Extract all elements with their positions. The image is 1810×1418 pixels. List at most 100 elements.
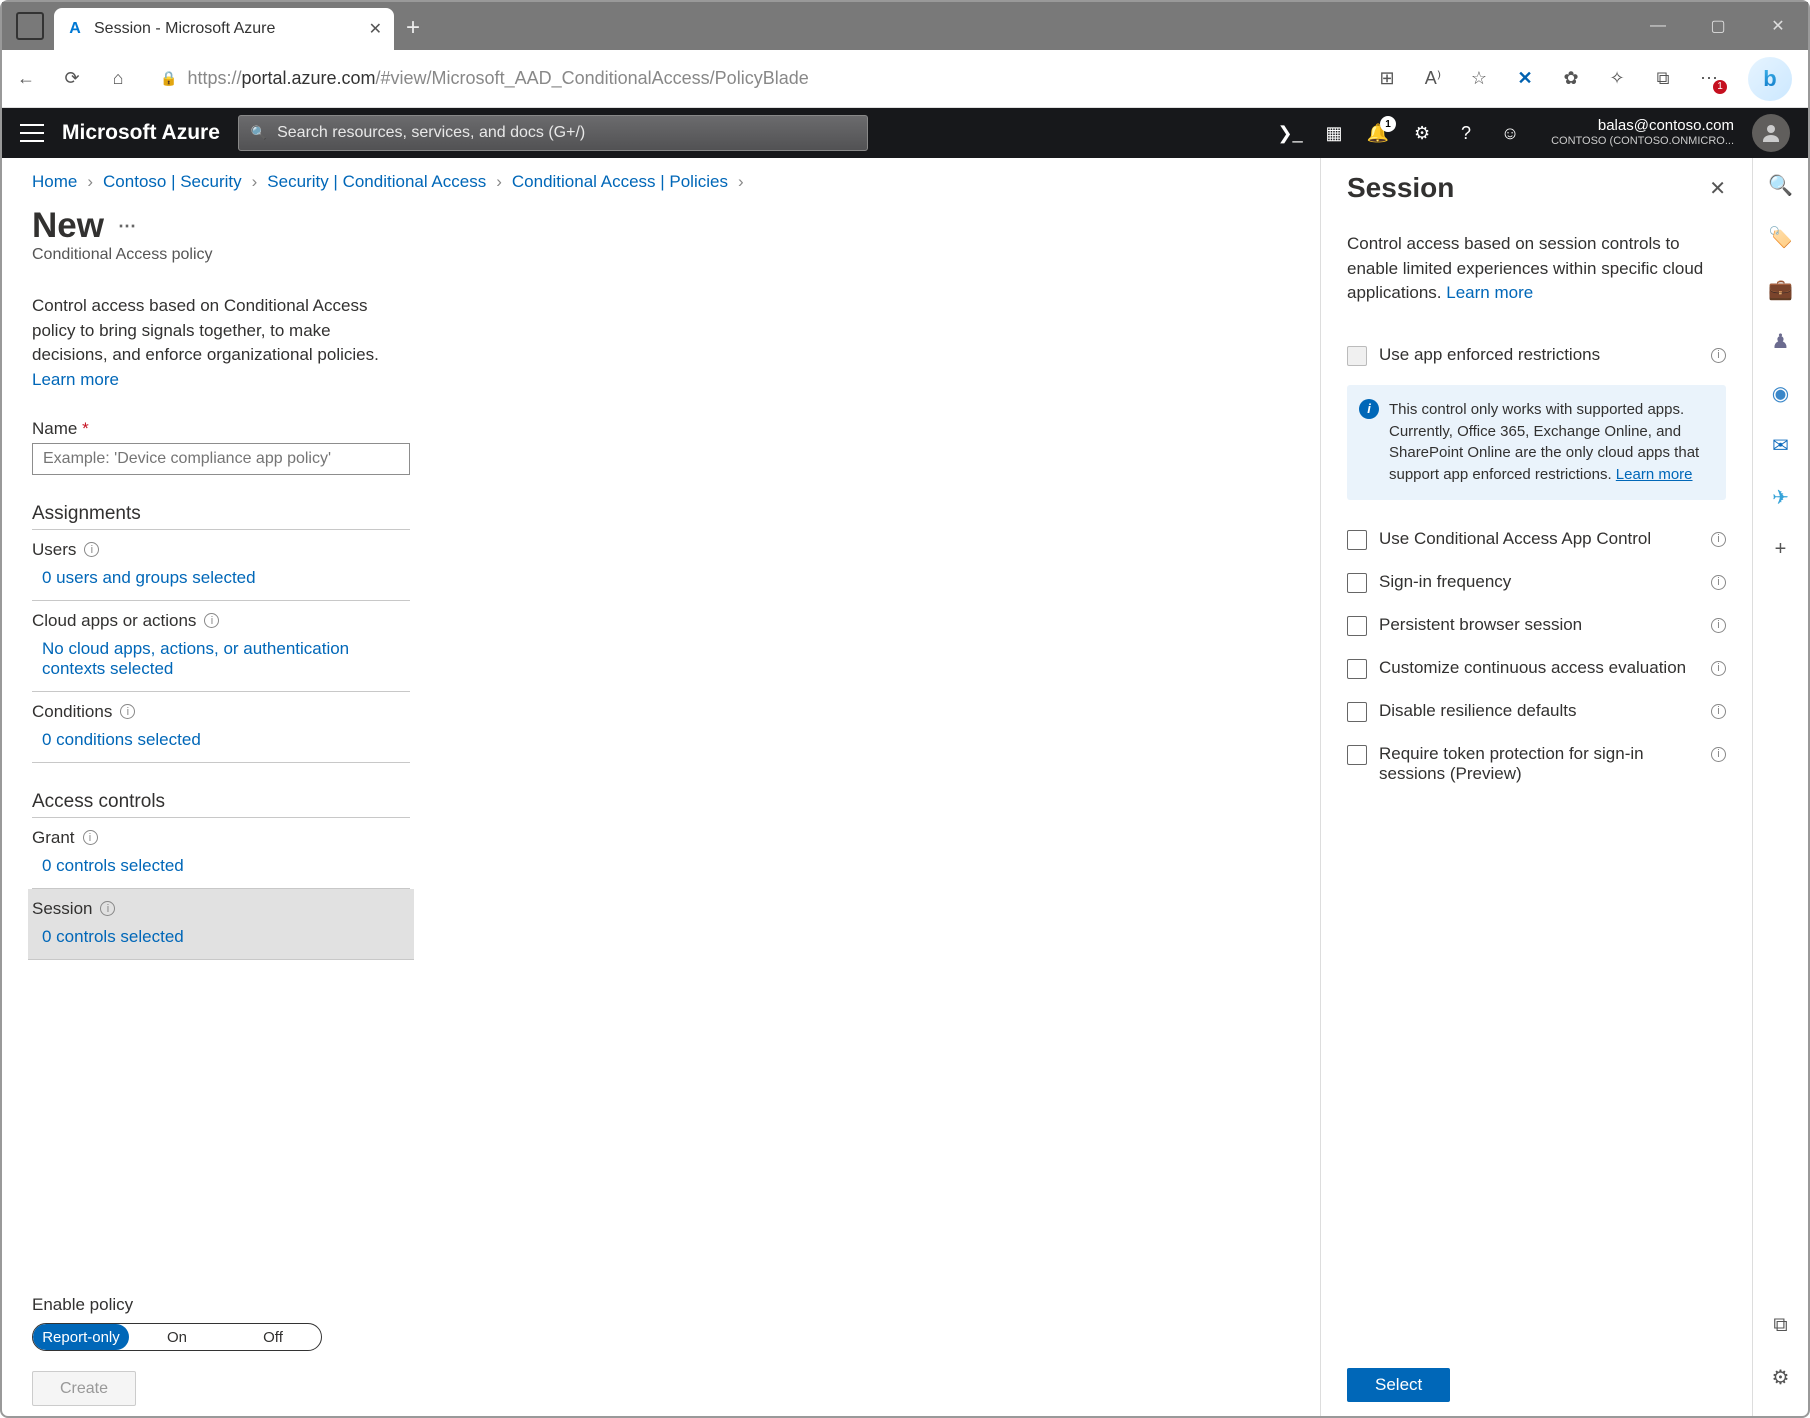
policy-name-input[interactable] <box>32 443 410 475</box>
edge-sidebar: 🔍 🏷️ 💼 ♟ ◉ ✉ ✈ + ⧉ ⚙ <box>1752 158 1808 1416</box>
azure-search-input[interactable] <box>277 124 855 142</box>
azure-search[interactable]: 🔍 <box>238 115 868 151</box>
chk-ca-app-control-row[interactable]: Use Conditional Access App Control i <box>1347 518 1726 561</box>
info-icon[interactable]: i <box>204 613 219 628</box>
browser-tab[interactable]: A Session - Microsoft Azure ✕ <box>54 8 394 50</box>
checkbox[interactable] <box>1347 702 1367 722</box>
more-options-button[interactable]: ⋯ <box>118 216 136 237</box>
apps-value-link[interactable]: No cloud apps, actions, or authenticatio… <box>32 639 352 679</box>
info-icon[interactable]: i <box>100 901 115 916</box>
address-bar: ← ⟳ ⌂ 🔒 https://portal.azure.com/#view/M… <box>2 50 1808 108</box>
more-menu-button[interactable]: ⋯1 <box>1697 67 1721 91</box>
favorite-icon[interactable]: ☆ <box>1467 67 1491 91</box>
new-tab-button[interactable]: + <box>406 14 420 42</box>
directories-icon[interactable]: ▦ <box>1321 120 1347 146</box>
learn-more-link[interactable]: Learn more <box>32 370 119 389</box>
info-icon[interactable]: i <box>1711 704 1726 719</box>
panel-toggle-icon[interactable]: ⧉ <box>1768 1312 1794 1338</box>
outlook-icon[interactable]: ✉ <box>1768 432 1794 458</box>
home-button[interactable]: ⌂ <box>104 65 132 93</box>
apps-icon[interactable]: ⊞ <box>1375 67 1399 91</box>
search-icon[interactable]: 🔍 <box>1768 172 1794 198</box>
session-config[interactable]: Session i 0 controls selected <box>28 889 414 960</box>
read-aloud-icon[interactable]: A⁾ <box>1421 67 1445 91</box>
checkbox[interactable] <box>1347 346 1367 366</box>
info-icon: i <box>1359 399 1379 419</box>
toggle-on[interactable]: On <box>129 1324 225 1350</box>
checkbox[interactable] <box>1347 530 1367 550</box>
info-icon[interactable]: i <box>1711 747 1726 762</box>
collections-icon[interactable]: ⧉ <box>1651 67 1675 91</box>
settings-gear-icon[interactable]: ⚙ <box>1768 1364 1794 1390</box>
favorites-bar-icon[interactable]: ✧ <box>1605 67 1629 91</box>
tools-icon[interactable]: 💼 <box>1768 276 1794 302</box>
info-icon[interactable]: i <box>83 830 98 845</box>
checkbox[interactable] <box>1347 616 1367 636</box>
chk-persistent-row[interactable]: Persistent browser session i <box>1347 604 1726 647</box>
conditions-config[interactable]: Conditions i 0 conditions selected <box>32 692 410 763</box>
users-config[interactable]: Users i 0 users and groups selected <box>32 530 410 601</box>
games-icon[interactable]: ♟ <box>1768 328 1794 354</box>
info-icon[interactable]: i <box>1711 348 1726 363</box>
info-icon[interactable]: i <box>120 704 135 719</box>
info-icon[interactable]: i <box>1711 618 1726 633</box>
cloud-shell-icon[interactable]: ❯_ <box>1277 120 1303 146</box>
add-icon[interactable]: + <box>1768 536 1794 562</box>
chevron-right-icon: › <box>252 172 258 192</box>
info-icon[interactable]: i <box>1711 661 1726 676</box>
tabs-button[interactable] <box>16 12 44 40</box>
feedback-icon[interactable]: ☺ <box>1497 120 1523 146</box>
info-learn-more-link[interactable]: Learn more <box>1616 466 1693 483</box>
toggle-report-only[interactable]: Report-only <box>33 1324 129 1350</box>
users-value-link[interactable]: 0 users and groups selected <box>32 568 410 588</box>
chk-token-row[interactable]: Require token protection for sign-in ses… <box>1347 733 1726 795</box>
session-value-link[interactable]: 0 controls selected <box>32 927 410 947</box>
breadcrumb-home[interactable]: Home <box>32 172 77 192</box>
panel-learn-more-link[interactable]: Learn more <box>1446 283 1533 302</box>
panel-close-button[interactable]: ✕ <box>1709 176 1726 201</box>
back-button[interactable]: ← <box>12 65 40 93</box>
close-window-button[interactable]: ✕ <box>1748 2 1808 50</box>
breadcrumb-contoso-security[interactable]: Contoso | Security <box>103 172 242 192</box>
send-icon[interactable]: ✈ <box>1768 484 1794 510</box>
shopping-icon[interactable]: 🏷️ <box>1768 224 1794 250</box>
extensions-icon[interactable]: ✿ <box>1559 67 1583 91</box>
breadcrumb-policies[interactable]: Conditional Access | Policies <box>512 172 728 192</box>
maximize-button[interactable]: ▢ <box>1688 2 1748 50</box>
info-icon[interactable]: i <box>1711 575 1726 590</box>
url-bar[interactable]: 🔒 https://portal.azure.com/#view/Microso… <box>150 60 1357 98</box>
checkbox[interactable] <box>1347 573 1367 593</box>
notifications-icon[interactable]: 🔔1 <box>1365 120 1391 146</box>
select-button[interactable]: Select <box>1347 1368 1450 1402</box>
chk-signin-freq-row[interactable]: Sign-in frequency i <box>1347 561 1726 604</box>
chk-cce-row[interactable]: Customize continuous access evaluation i <box>1347 647 1726 690</box>
tab-title: Session - Microsoft Azure <box>94 20 359 38</box>
cloud-apps-config[interactable]: Cloud apps or actions i No cloud apps, a… <box>32 601 410 692</box>
info-icon[interactable]: i <box>84 542 99 557</box>
grant-value-link[interactable]: 0 controls selected <box>32 856 410 876</box>
avatar[interactable] <box>1752 114 1790 152</box>
user-info[interactable]: balas@contoso.com CONTOSO (CONTOSO.ONMIC… <box>1551 117 1734 148</box>
info-icon[interactable]: i <box>1711 532 1726 547</box>
bing-chat-button[interactable]: b <box>1748 57 1792 101</box>
chk-resilience-row[interactable]: Disable resilience defaults i <box>1347 690 1726 733</box>
refresh-button[interactable]: ⟳ <box>58 65 86 93</box>
office-icon[interactable]: ◉ <box>1768 380 1794 406</box>
enable-policy-toggle[interactable]: Report-only On Off <box>32 1323 322 1351</box>
grant-config[interactable]: Grant i 0 controls selected <box>32 818 410 889</box>
help-icon[interactable]: ? <box>1453 120 1479 146</box>
checkbox[interactable] <box>1347 659 1367 679</box>
page-subtitle: Conditional Access policy <box>32 246 1300 264</box>
minimize-button[interactable]: — <box>1628 2 1688 50</box>
breadcrumb-conditional-access[interactable]: Security | Conditional Access <box>267 172 486 192</box>
chk-app-enforced-row[interactable]: Use app enforced restrictions i <box>1347 334 1726 377</box>
settings-icon[interactable]: ⚙ <box>1409 120 1435 146</box>
portal-menu-button[interactable] <box>20 124 44 142</box>
azure-logo[interactable]: Microsoft Azure <box>62 121 220 145</box>
conditions-value-link[interactable]: 0 conditions selected <box>32 730 410 750</box>
ext-x-icon[interactable]: ✕ <box>1513 67 1537 91</box>
checkbox[interactable] <box>1347 745 1367 765</box>
create-button[interactable]: Create <box>32 1371 136 1406</box>
close-tab-icon[interactable]: ✕ <box>369 19 382 39</box>
toggle-off[interactable]: Off <box>225 1324 321 1350</box>
